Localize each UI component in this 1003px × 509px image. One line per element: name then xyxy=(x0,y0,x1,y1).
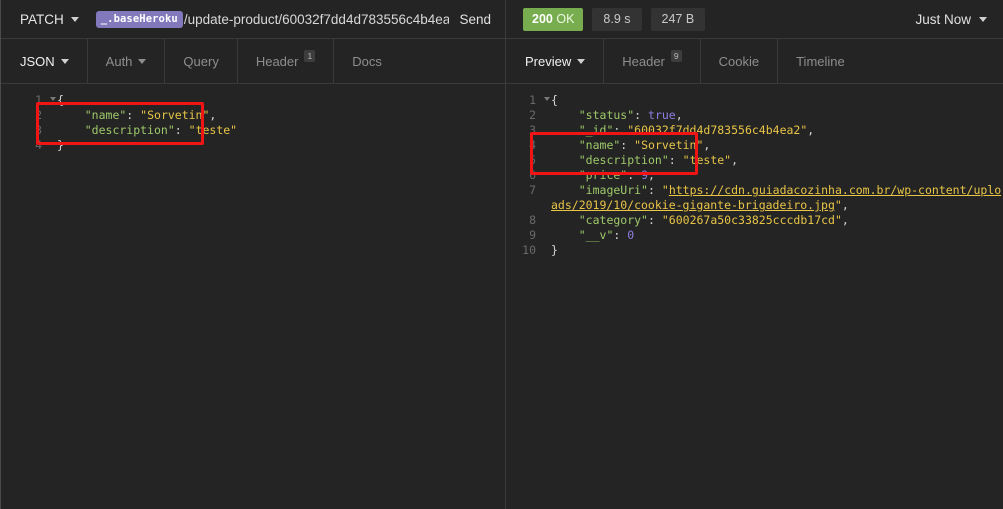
code-line-text: "status": true, xyxy=(578,108,683,122)
line-number: 4 xyxy=(35,138,42,152)
tab-label: Cookie xyxy=(718,53,760,69)
fold-arrow-icon[interactable] xyxy=(50,97,56,101)
line-number: 8 xyxy=(529,213,536,227)
api-client-window: PATCH _.baseHeroku/update-product/60032f… xyxy=(0,0,1003,509)
top-bar: PATCH _.baseHeroku/update-product/60032f… xyxy=(1,0,1003,39)
code-line: 8 "category": "600267a50c33825cccdb17cd"… xyxy=(506,213,1003,228)
line-number: 10 xyxy=(522,243,536,257)
tab-docs[interactable]: Docs xyxy=(334,39,400,83)
fold-arrow-icon[interactable] xyxy=(544,97,550,101)
tab-response-header[interactable]: Header 9 xyxy=(604,39,701,83)
request-url-bar: PATCH _.baseHeroku/update-product/60032f… xyxy=(1,0,506,38)
tab-label: Header xyxy=(255,53,299,69)
tab-query[interactable]: Query xyxy=(165,39,238,83)
tab-cookie[interactable]: Cookie xyxy=(701,39,779,83)
response-history-selector[interactable]: Just Now xyxy=(915,12,987,27)
code-line: 5 "description": "teste", xyxy=(506,153,1003,168)
tab-json[interactable]: JSON xyxy=(1,39,88,83)
url-path-text: /update-product/60032f7dd4d783556c4b4ea2 xyxy=(183,11,450,27)
http-method-label: PATCH xyxy=(20,11,64,27)
code-line-text: } xyxy=(57,138,64,152)
url-input[interactable]: _.baseHeroku/update-product/60032f7dd4d7… xyxy=(95,10,450,28)
tab-timeline[interactable]: Timeline xyxy=(778,39,863,83)
code-line: 2 "status": true, xyxy=(506,108,1003,123)
code-line-text: "price": 9, xyxy=(578,168,655,182)
editor-panes: 1{2 "name": "Sorvetin", 3 "description": … xyxy=(1,84,1003,509)
tab-label: Docs xyxy=(352,53,382,69)
response-preview-pane[interactable]: 1{2 "status": true, 3 "_id": "60032f7dd4d… xyxy=(506,84,1003,509)
chevron-down-icon xyxy=(138,58,147,64)
chevron-down-icon xyxy=(577,58,586,64)
line-number: 3 xyxy=(529,123,536,137)
line-number: 1 xyxy=(506,93,550,108)
line-number: 9 xyxy=(529,228,536,242)
code-line: 9 "__v": 0 xyxy=(506,228,1003,243)
response-tabs: Preview Header 9 Cookie Timeline xyxy=(506,39,1003,83)
line-number: 6 xyxy=(529,168,536,182)
request-body-editor[interactable]: 1{2 "name": "Sorvetin", 3 "description": … xyxy=(1,84,506,509)
code-line: 6 "price": 9, xyxy=(506,168,1003,183)
tab-label: Timeline xyxy=(796,53,845,69)
tab-label: JSON xyxy=(20,53,55,69)
code-line-text: "imageUri": "https://cdn.guiadacozinha.c… xyxy=(551,183,1002,212)
code-line: 7 "imageUri": "https://cdn.guiadacozinha… xyxy=(506,183,1003,213)
line-number: 2 xyxy=(529,108,536,122)
chevron-down-icon xyxy=(70,16,79,22)
environment-variable-chip[interactable]: _.baseHeroku xyxy=(95,10,183,28)
tab-label: Query xyxy=(183,53,219,69)
http-method-selector[interactable]: PATCH xyxy=(20,12,79,27)
code-line-text: "description": "teste", xyxy=(578,153,739,167)
chevron-down-icon xyxy=(60,58,69,64)
status-badge: 200 OK xyxy=(523,7,584,31)
response-history-label: Just Now xyxy=(915,11,971,27)
code-line: 4 "name": "Sorvetin", xyxy=(506,138,1003,153)
line-number: 4 xyxy=(529,138,536,152)
code-line-text: "description": "teste" xyxy=(84,123,238,137)
code-line-text: "category": "600267a50c33825cccdb17cd", xyxy=(578,213,849,227)
response-status-bar: 200 OK 8.9 s 247 B Just Now xyxy=(506,0,1003,38)
tab-badge-count: 1 xyxy=(304,49,316,63)
code-line-text: "name": "Sorvetin", xyxy=(578,138,711,152)
send-button[interactable]: Send xyxy=(449,12,505,27)
request-tabs: JSON Auth Query Header 1 Docs xyxy=(1,39,506,83)
response-size-badge: 247 B xyxy=(650,7,706,31)
status-code: 200 xyxy=(532,11,553,26)
code-line: 3 "_id": "60032f7dd4d783556c4b4ea2", xyxy=(506,123,1003,138)
line-number: 7 xyxy=(529,183,536,197)
status-text: OK xyxy=(556,11,575,26)
code-line: 3 "description": "teste" xyxy=(1,123,505,138)
request-json-code[interactable]: 1{2 "name": "Sorvetin", 3 "description": … xyxy=(1,84,505,153)
tab-label: Auth xyxy=(105,53,133,69)
tab-badge-count: 9 xyxy=(670,49,682,63)
code-line-text: "name": "Sorvetin", xyxy=(84,108,217,122)
code-line-text: "_id": "60032f7dd4d783556c4b4ea2", xyxy=(578,123,815,137)
line-number: 1 xyxy=(1,93,56,108)
line-number: 2 xyxy=(35,108,42,122)
code-line: 10} xyxy=(506,243,1003,258)
code-line-text: } xyxy=(551,243,558,257)
code-line: 1{ xyxy=(506,93,1003,108)
tab-bars: JSON Auth Query Header 1 Docs Preview He… xyxy=(1,39,1003,84)
response-json-code[interactable]: 1{2 "status": true, 3 "_id": "60032f7dd4d… xyxy=(506,84,1003,258)
code-line: 2 "name": "Sorvetin", xyxy=(1,108,505,123)
response-time-badge: 8.9 s xyxy=(592,7,642,31)
tab-preview[interactable]: Preview xyxy=(506,39,605,83)
code-line: 1{ xyxy=(1,93,505,108)
chevron-down-icon xyxy=(979,16,987,22)
line-number: 3 xyxy=(35,123,42,137)
code-line: 4} xyxy=(1,138,505,153)
tab-label: Header xyxy=(622,53,665,69)
tab-label: Preview xyxy=(525,53,572,69)
tab-auth[interactable]: Auth xyxy=(88,39,166,83)
line-number: 5 xyxy=(529,153,536,167)
code-line-text: "__v": 0 xyxy=(578,228,635,242)
tab-header[interactable]: Header 1 xyxy=(238,39,335,83)
